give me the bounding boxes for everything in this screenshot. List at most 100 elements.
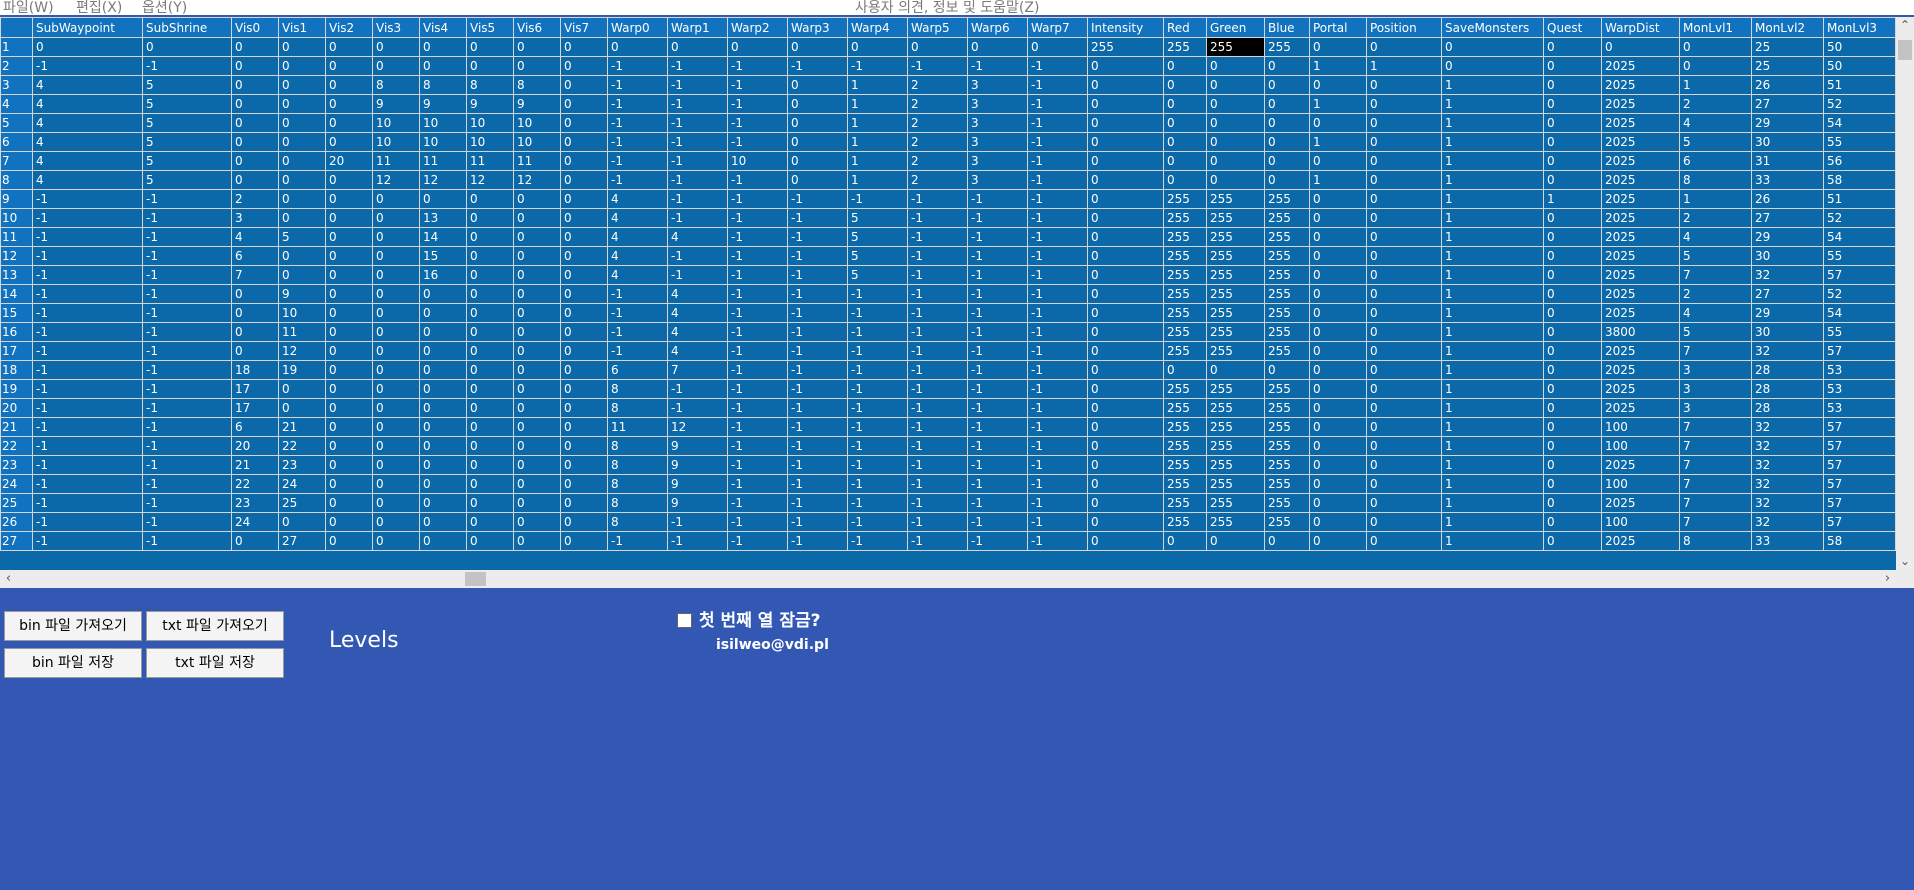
table-cell[interactable]: 0	[513, 265, 561, 285]
table-cell[interactable]: 0	[513, 436, 561, 456]
horizontal-scroll-thumb[interactable]	[465, 572, 486, 586]
table-cell[interactable]: 4	[231, 227, 279, 247]
table-cell[interactable]: -1	[142, 474, 232, 494]
table-cell[interactable]: -1	[727, 379, 788, 399]
table-cell[interactable]: -1	[967, 246, 1028, 266]
table-cell[interactable]: -1	[787, 56, 848, 76]
table-cell[interactable]: -1	[1027, 151, 1088, 171]
table-cell[interactable]: 0	[1309, 398, 1367, 418]
table-cell[interactable]: -1	[727, 360, 788, 380]
table-cell[interactable]: 2025	[1601, 75, 1680, 95]
row-header[interactable]: 27	[0, 531, 33, 551]
table-cell[interactable]: 0	[278, 151, 326, 171]
table-cell[interactable]: 32	[1751, 265, 1824, 285]
column-header[interactable]: Warp6	[967, 17, 1028, 38]
table-cell[interactable]: -1	[967, 189, 1028, 209]
column-header[interactable]: WarpDist	[1601, 17, 1680, 38]
table-cell[interactable]: 28	[1751, 360, 1824, 380]
table-cell[interactable]: 8	[466, 75, 514, 95]
table-cell[interactable]: -1	[967, 436, 1028, 456]
table-cell[interactable]: 255	[1206, 417, 1265, 437]
table-cell[interactable]: -1	[847, 455, 908, 475]
column-header[interactable]: Blue	[1264, 17, 1310, 38]
table-cell[interactable]: 0	[1366, 493, 1442, 513]
table-cell[interactable]: 12	[667, 417, 728, 437]
row-header[interactable]: 24	[0, 474, 33, 494]
table-cell[interactable]: -1	[967, 208, 1028, 228]
table-cell[interactable]: 5	[847, 246, 908, 266]
table-cell[interactable]: 0	[278, 170, 326, 190]
table-cell[interactable]: 0	[1264, 75, 1310, 95]
table-cell[interactable]: 2	[907, 170, 968, 190]
table-cell[interactable]: 255	[1206, 474, 1265, 494]
table-cell[interactable]: 4	[667, 284, 728, 304]
table-cell[interactable]: 33	[1751, 531, 1824, 551]
column-header[interactable]: SubWaypoint	[32, 17, 143, 38]
table-cell[interactable]: 0	[1309, 493, 1367, 513]
table-cell[interactable]: 1	[1441, 189, 1544, 209]
row-header[interactable]: 16	[0, 322, 33, 342]
table-cell[interactable]: 0	[1163, 132, 1207, 152]
table-cell[interactable]: 0	[466, 189, 514, 209]
table-cell[interactable]: -1	[907, 398, 968, 418]
table-cell[interactable]: -1	[967, 493, 1028, 513]
table-cell[interactable]: 0	[1543, 56, 1602, 76]
table-cell[interactable]: 12	[513, 170, 561, 190]
table-cell[interactable]: -1	[847, 341, 908, 361]
table-cell[interactable]: -1	[32, 474, 143, 494]
table-cell[interactable]: 0	[1601, 37, 1680, 57]
table-cell[interactable]: 1	[847, 170, 908, 190]
vertical-scroll-thumb[interactable]	[1898, 40, 1912, 60]
table-cell[interactable]: 0	[513, 341, 561, 361]
table-cell[interactable]: -1	[142, 417, 232, 437]
table-cell[interactable]: 0	[1309, 455, 1367, 475]
row-header[interactable]: 22	[0, 436, 33, 456]
table-cell[interactable]: 255	[1163, 455, 1207, 475]
table-cell[interactable]: -1	[787, 322, 848, 342]
table-cell[interactable]: 255	[1264, 303, 1310, 323]
table-cell[interactable]: -1	[32, 512, 143, 532]
table-cell[interactable]: -1	[142, 531, 232, 551]
table-cell[interactable]: 27	[1751, 208, 1824, 228]
table-cell[interactable]: 0	[1366, 474, 1442, 494]
table-cell[interactable]: 0	[1309, 531, 1367, 551]
table-cell[interactable]: -1	[667, 56, 728, 76]
table-cell[interactable]: 0	[1441, 56, 1544, 76]
table-cell[interactable]: -1	[847, 436, 908, 456]
scroll-up-icon[interactable]: ⌃	[1896, 17, 1914, 34]
table-cell[interactable]: 3	[1679, 398, 1752, 418]
table-cell[interactable]: -1	[667, 246, 728, 266]
table-cell[interactable]: -1	[727, 208, 788, 228]
column-header[interactable]: Vis3	[372, 17, 420, 38]
table-cell[interactable]: 255	[1206, 379, 1265, 399]
row-header[interactable]: 15	[0, 303, 33, 323]
table-cell[interactable]: 17	[231, 398, 279, 418]
table-cell[interactable]: 2	[907, 151, 968, 171]
table-cell[interactable]: 23	[231, 493, 279, 513]
table-cell[interactable]: -1	[142, 512, 232, 532]
table-cell[interactable]: 1	[1441, 151, 1544, 171]
table-cell[interactable]: 100	[1601, 474, 1680, 494]
table-cell[interactable]: 33	[1751, 170, 1824, 190]
table-cell[interactable]: 0	[325, 303, 373, 323]
table-cell[interactable]: 255	[1206, 246, 1265, 266]
table-cell[interactable]: -1	[1027, 227, 1088, 247]
table-cell[interactable]: 0	[1206, 75, 1265, 95]
table-cell[interactable]: 0	[1264, 170, 1310, 190]
table-cell[interactable]: 6	[607, 360, 668, 380]
table-cell[interactable]: 255	[1163, 265, 1207, 285]
table-cell[interactable]: 32	[1751, 417, 1824, 437]
table-cell[interactable]: 0	[1309, 189, 1367, 209]
table-cell[interactable]: 0	[1543, 474, 1602, 494]
table-cell[interactable]: 0	[419, 379, 467, 399]
table-cell[interactable]: 2025	[1601, 170, 1680, 190]
table-cell[interactable]: 1	[1309, 94, 1367, 114]
table-cell[interactable]: 9	[667, 474, 728, 494]
table-cell[interactable]: 14	[419, 227, 467, 247]
table-cell[interactable]: 0	[1206, 132, 1265, 152]
table-cell[interactable]: -1	[32, 265, 143, 285]
table-cell[interactable]: 0	[325, 94, 373, 114]
table-cell[interactable]: -1	[907, 189, 968, 209]
table-cell[interactable]: 0	[466, 360, 514, 380]
table-cell[interactable]: -1	[907, 284, 968, 304]
